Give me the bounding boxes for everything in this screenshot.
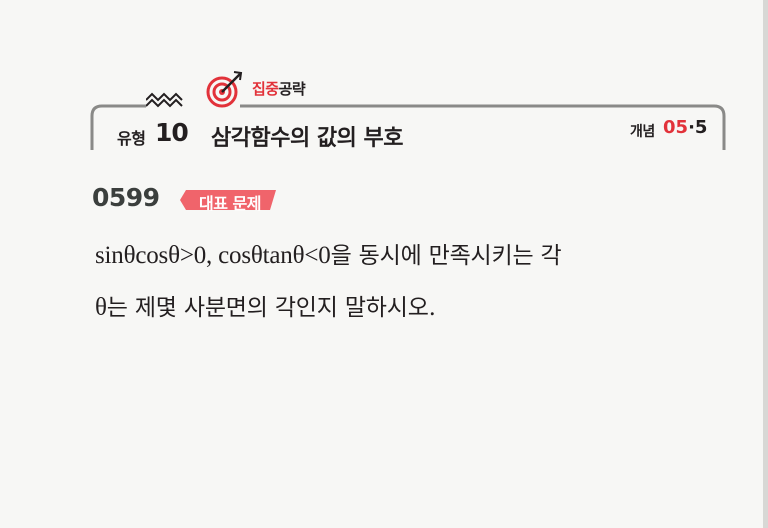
angle-symbol: θ (95, 294, 107, 321)
problem-text-2: 는 제몇 사분면의 각인지 말하시오. (106, 295, 436, 321)
brand-part1: 집중 (252, 80, 279, 98)
concept-label: 개념 (630, 124, 655, 140)
section-title: 삼각함수의 값의 부호 (211, 126, 403, 151)
problem-line-1: sinθcosθ>0, cosθtanθ<0을 동시에 만족시키는 각 (95, 236, 562, 270)
page-edge (763, 0, 768, 528)
problem-number: 0599 (92, 183, 160, 212)
concept-ref: 05·5 (663, 117, 707, 138)
problem-text-1: 을 동시에 만족시키는 각 (330, 243, 562, 269)
problem-condition: sinθcosθ>0, cosθtanθ<0 (95, 242, 331, 269)
type-number: 10 (155, 118, 189, 147)
target-icon (206, 71, 243, 108)
type-label: 유형 (117, 129, 146, 148)
brand-title: 집중공략 (252, 78, 306, 99)
concept-ref-sub: ·5 (688, 117, 708, 138)
problem-line-2: θ는 제몇 사분면의 각인지 말하시오. (95, 288, 436, 322)
badge-label: 대표 문제 (199, 194, 261, 213)
brand-part2: 공략 (278, 80, 306, 98)
concept-ref-main: 05 (663, 117, 689, 138)
